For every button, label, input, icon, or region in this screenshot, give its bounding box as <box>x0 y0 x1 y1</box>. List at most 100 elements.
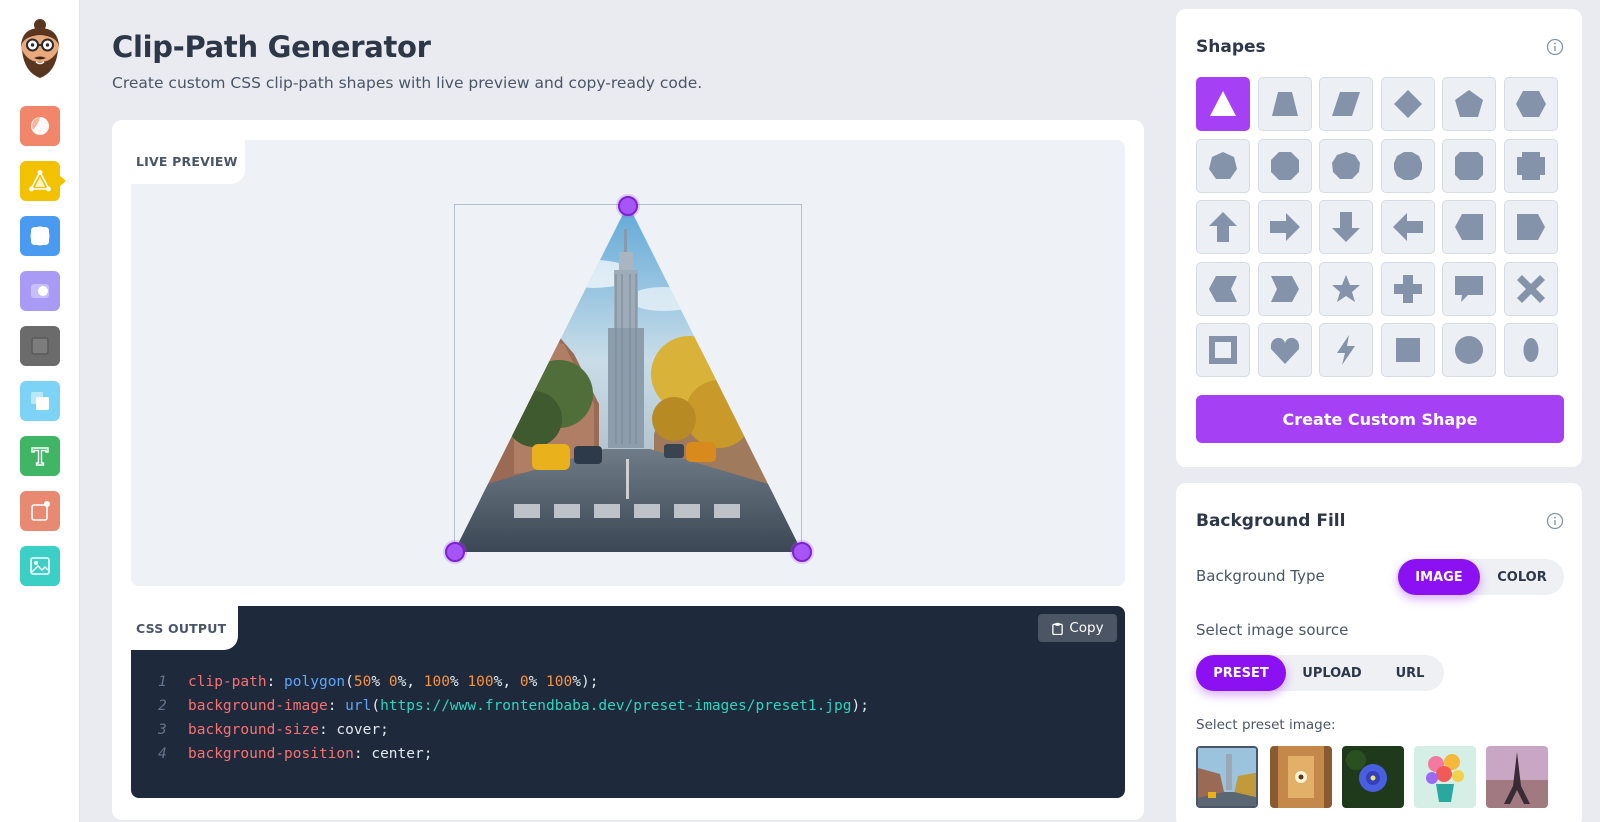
shape-option-arrow-down[interactable] <box>1319 200 1373 254</box>
pentagon-icon <box>1455 90 1483 117</box>
ellipse-icon <box>1523 338 1538 362</box>
page-title: Clip-Path Generator <box>112 30 431 64</box>
frame-icon <box>1209 336 1237 364</box>
line-number: 2 <box>158 698 167 714</box>
sidebar-item-border-radius[interactable] <box>20 216 60 256</box>
preview-label: LIVE PREVIEW <box>136 154 238 169</box>
eiffel-tower-thumbnail <box>1486 746 1548 808</box>
css-code-block: 1 clip-path: polygon(50% 0%, 100% 100%, 0… <box>158 670 869 766</box>
flower-vase-thumbnail <box>1414 746 1476 808</box>
image-source-preset-option[interactable]: PRESET <box>1196 655 1286 691</box>
lightning-icon <box>1337 335 1355 365</box>
shape-option-chevron-left[interactable] <box>1196 261 1250 316</box>
city-street-thumbnail <box>1198 748 1256 806</box>
shape-option-heart[interactable] <box>1257 323 1312 377</box>
shape-option-trapezoid[interactable] <box>1257 77 1312 131</box>
active-indicator <box>58 174 66 188</box>
image-source-upload-option[interactable]: UPLOAD <box>1288 655 1376 691</box>
clipboard-icon <box>1052 622 1064 635</box>
sidebar-item-blob[interactable] <box>20 271 60 311</box>
background-title: Background Fill <box>1196 511 1346 531</box>
preset-thumbnail-interior[interactable] <box>1270 746 1332 808</box>
shape-option-rhombus[interactable] <box>1380 77 1435 131</box>
chevron-left-icon <box>1209 275 1237 302</box>
shape-option-parallelogram[interactable] <box>1319 77 1373 131</box>
decagon-icon <box>1393 151 1422 180</box>
shape-option-ellipse[interactable] <box>1503 323 1558 377</box>
image-source-url-option[interactable]: URL <box>1378 655 1442 691</box>
sidebar-item-text[interactable] <box>20 436 60 476</box>
shape-option-nonagon[interactable] <box>1319 138 1373 193</box>
shape-option-point-left[interactable] <box>1442 200 1496 254</box>
shape-option-frame[interactable] <box>1196 323 1250 377</box>
code-line: 1 clip-path: polygon(50% 0%, 100% 100%, 0… <box>158 670 869 694</box>
line-number: 4 <box>158 746 167 762</box>
shape-option-decagon[interactable] <box>1380 138 1435 193</box>
shape-option-chevron-right[interactable] <box>1257 261 1312 316</box>
shape-option-close[interactable] <box>1503 261 1558 316</box>
clip-path-icon <box>29 170 51 192</box>
info-icon[interactable] <box>1546 38 1564 56</box>
copy-label: Copy <box>1069 620 1104 636</box>
page-subtitle: Create custom CSS clip-path shapes with … <box>112 74 703 92</box>
css-output-label: CSS OUTPUT <box>136 621 227 636</box>
shape-option-square[interactable] <box>1380 323 1435 377</box>
shape-option-message[interactable] <box>1442 261 1496 316</box>
shapes-title: Shapes <box>1196 37 1266 57</box>
shape-option-star[interactable] <box>1319 261 1373 316</box>
shape-option-pentagon[interactable] <box>1442 77 1496 131</box>
preset-thumbnail-eiffel-tower[interactable] <box>1486 746 1548 808</box>
info-icon[interactable] <box>1546 512 1564 530</box>
shape-option-arrow-right[interactable] <box>1257 200 1312 254</box>
vertex-handle-bottom-left[interactable] <box>445 542 465 562</box>
shape-option-hexagon[interactable] <box>1503 77 1558 131</box>
shape-option-octagon[interactable] <box>1257 138 1312 193</box>
preset-thumbnail-flower-vase[interactable] <box>1414 746 1476 808</box>
image-source-label: Select image source <box>1196 621 1349 639</box>
shape-option-triangle[interactable] <box>1196 77 1250 131</box>
blue-flower-thumbnail <box>1342 746 1404 808</box>
shape-option-point-right[interactable] <box>1503 200 1558 254</box>
hexagon-icon <box>1515 91 1546 117</box>
sidebar-item-clip-path[interactable] <box>20 161 60 201</box>
interior-thumbnail <box>1270 746 1332 808</box>
sidebar-item-layers[interactable] <box>20 381 60 421</box>
octagon-icon <box>1270 151 1299 180</box>
shape-option-circle[interactable] <box>1442 323 1496 377</box>
parallelogram-icon <box>1332 92 1360 116</box>
message-icon <box>1455 275 1483 302</box>
avatar[interactable] <box>16 14 64 82</box>
nonagon-icon <box>1332 151 1360 179</box>
create-custom-shape-button[interactable]: Create Custom Shape <box>1196 395 1564 443</box>
sidebar-item-gradient[interactable] <box>20 106 60 146</box>
vertex-handle-top[interactable] <box>618 196 638 216</box>
rhombus-icon <box>1393 90 1422 118</box>
shape-option-arrow-up[interactable] <box>1196 200 1250 254</box>
arrow-down-icon <box>1332 212 1360 242</box>
preset-thumbnail-blue-flower[interactable] <box>1342 746 1404 808</box>
vertex-handle-bottom-right[interactable] <box>792 542 812 562</box>
shape-option-rabbet[interactable] <box>1503 138 1558 193</box>
shape-option-arrow-left[interactable] <box>1380 200 1435 254</box>
sidebar-item-transform[interactable] <box>20 491 60 531</box>
code-line: 2 background-image: url(https://www.front… <box>158 694 869 718</box>
copy-button[interactable]: Copy <box>1038 614 1117 642</box>
rabbet-icon <box>1516 151 1545 180</box>
square-icon <box>1395 338 1420 362</box>
heart-icon <box>1270 337 1299 364</box>
background-type-image-option[interactable]: IMAGE <box>1398 559 1480 595</box>
gradient-icon <box>31 117 49 135</box>
transform-icon <box>31 501 50 521</box>
sidebar <box>0 0 80 822</box>
text-icon <box>31 447 49 466</box>
shape-option-cross[interactable] <box>1380 261 1435 316</box>
sidebar-item-image[interactable] <box>20 546 60 586</box>
preset-thumbnail-city[interactable] <box>1196 746 1258 808</box>
background-type-color-option[interactable]: COLOR <box>1482 559 1562 595</box>
image-icon <box>30 557 50 575</box>
sidebar-item-box-shadow[interactable] <box>20 326 60 366</box>
shape-option-heptagon[interactable] <box>1196 138 1250 193</box>
shape-option-bevel[interactable] <box>1442 138 1496 193</box>
shape-option-lightning[interactable] <box>1319 323 1373 377</box>
close-icon <box>1516 274 1545 303</box>
